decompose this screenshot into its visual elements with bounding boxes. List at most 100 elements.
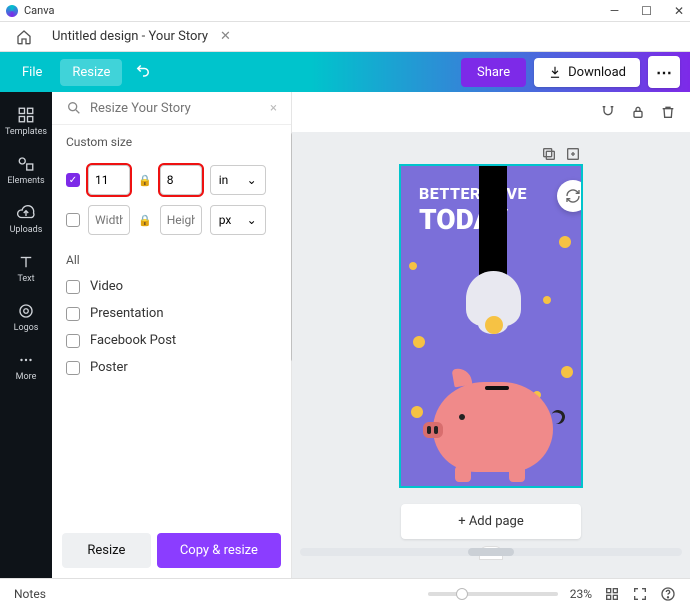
help-icon[interactable]: [660, 586, 676, 602]
share-button[interactable]: Share: [461, 58, 526, 87]
option-video-checkbox[interactable]: [66, 280, 80, 294]
grid-view-icon[interactable]: [604, 586, 620, 602]
custom-size-row-1: ✓ 🔒 in ⌄: [52, 159, 291, 199]
sidebar-item-uploads[interactable]: Uploads: [0, 198, 52, 241]
resize-panel: × Custom size ✓ 🔒 in ⌄ 🔒 px ⌄ All: [52, 92, 292, 578]
window-titlebar: Canva — ☐ ✕: [0, 0, 690, 22]
download-label: Download: [568, 65, 626, 80]
text-icon: [17, 253, 35, 271]
window-controls: — ☐ ✕: [610, 4, 684, 18]
canvas-area: BETTER SAVE TODAY + Add page ⌃: [292, 92, 690, 578]
document-tab-title: Untitled design - Your Story: [52, 29, 208, 44]
tab-close-icon[interactable]: ✕: [220, 29, 231, 44]
maximize-button[interactable]: ☐: [641, 4, 652, 18]
sidebar-label: More: [16, 372, 37, 382]
sidebar-label: Uploads: [10, 225, 43, 235]
height-input-1[interactable]: [160, 165, 202, 195]
lock-icon[interactable]: [630, 104, 646, 120]
document-tab[interactable]: Untitled design - Your Story ✕: [52, 29, 231, 44]
custom-size-checkbox-1[interactable]: ✓: [66, 173, 80, 187]
resize-button[interactable]: Resize: [62, 533, 151, 568]
sidebar-item-more[interactable]: More: [0, 345, 52, 388]
add-page-icon[interactable]: [565, 146, 581, 162]
page-tools: [401, 146, 581, 162]
canva-logo-icon: [6, 5, 18, 17]
main-toolbar: File Resize Share Download ⋯: [0, 52, 690, 92]
more-icon: [17, 351, 35, 369]
fullscreen-icon[interactable]: [632, 586, 648, 602]
sidebar-item-logos[interactable]: Logos: [0, 296, 52, 339]
lock-aspect-icon[interactable]: 🔒: [138, 214, 152, 227]
illustration-arm: [479, 166, 507, 281]
sidebar-item-text[interactable]: Text: [0, 247, 52, 290]
sidebar-label: Text: [17, 274, 34, 284]
illustration-coin: [561, 366, 573, 378]
chevron-down-icon: ⌄: [247, 213, 257, 227]
logos-icon: [17, 302, 35, 320]
illustration-coin: [543, 296, 551, 304]
tab-bar: Untitled design - Your Story ✕: [0, 22, 690, 52]
width-input-1[interactable]: [88, 165, 130, 195]
option-facebook-post[interactable]: Facebook Post: [52, 327, 291, 354]
trash-icon[interactable]: [660, 104, 676, 120]
copy-and-resize-button[interactable]: Copy & resize: [157, 533, 281, 568]
add-page-button[interactable]: + Add page: [401, 504, 581, 539]
sidebar-item-templates[interactable]: Templates: [0, 100, 52, 143]
option-presentation[interactable]: Presentation: [52, 300, 291, 327]
minimize-button[interactable]: —: [610, 4, 619, 18]
home-button[interactable]: [12, 25, 36, 49]
unit-label: px: [219, 213, 232, 227]
tools-sidebar: Templates Elements Uploads Text Logos Mo…: [0, 92, 52, 578]
illustration-piggy-bank: [433, 382, 553, 472]
more-button[interactable]: ⋯: [648, 56, 680, 88]
resize-menu[interactable]: Resize: [60, 59, 122, 86]
file-menu[interactable]: File: [10, 59, 54, 86]
custom-size-checkbox-2[interactable]: [66, 213, 80, 227]
status-bar: Notes 23%: [0, 578, 690, 608]
duplicate-page-icon[interactable]: [541, 146, 557, 162]
option-label: Facebook Post: [90, 333, 176, 348]
option-label: Presentation: [90, 306, 164, 321]
design-page[interactable]: BETTER SAVE TODAY: [401, 166, 581, 486]
sidebar-label: Elements: [7, 176, 44, 186]
option-label: Poster: [90, 360, 128, 375]
sidebar-item-elements[interactable]: Elements: [0, 149, 52, 192]
refresh-button[interactable]: [557, 180, 581, 212]
width-input-2[interactable]: [88, 205, 130, 235]
unit-select-2[interactable]: px ⌄: [210, 205, 266, 235]
canvas-top-toolbar: [292, 92, 690, 132]
notes-button[interactable]: Notes: [14, 587, 46, 601]
undo-button[interactable]: [134, 61, 152, 83]
style-icon[interactable]: [600, 104, 616, 120]
horizontal-scrollbar[interactable]: [300, 548, 682, 556]
sidebar-label: Templates: [5, 127, 47, 137]
illustration-coin: [485, 316, 503, 334]
option-poster-checkbox[interactable]: [66, 361, 80, 375]
zoom-slider[interactable]: [428, 592, 558, 596]
option-facebook-post-checkbox[interactable]: [66, 334, 80, 348]
search-icon: [66, 100, 82, 116]
option-presentation-checkbox[interactable]: [66, 307, 80, 321]
zoom-level[interactable]: 23%: [570, 587, 592, 601]
resize-search-input[interactable]: [90, 101, 270, 116]
elements-icon: [17, 155, 35, 173]
resize-search-row: ×: [52, 92, 291, 125]
templates-icon: [17, 106, 35, 124]
height-input-2[interactable]: [160, 205, 202, 235]
illustration-coin: [413, 336, 425, 348]
close-button[interactable]: ✕: [674, 4, 684, 18]
illustration-coin: [411, 406, 423, 418]
chevron-down-icon: ⌄: [247, 173, 257, 187]
custom-size-label: Custom size: [52, 125, 291, 159]
illustration-coin: [559, 236, 571, 248]
option-video[interactable]: Video: [52, 273, 291, 300]
download-button[interactable]: Download: [534, 58, 640, 87]
option-label: Video: [90, 279, 123, 294]
lock-aspect-icon[interactable]: 🔒: [138, 174, 152, 187]
uploads-icon: [17, 204, 35, 222]
search-clear-icon[interactable]: ×: [270, 101, 277, 116]
sidebar-label: Logos: [14, 323, 39, 333]
option-poster[interactable]: Poster: [52, 354, 291, 381]
panel-actions: Resize Copy & resize: [52, 523, 291, 578]
unit-select-1[interactable]: in ⌄: [210, 165, 266, 195]
